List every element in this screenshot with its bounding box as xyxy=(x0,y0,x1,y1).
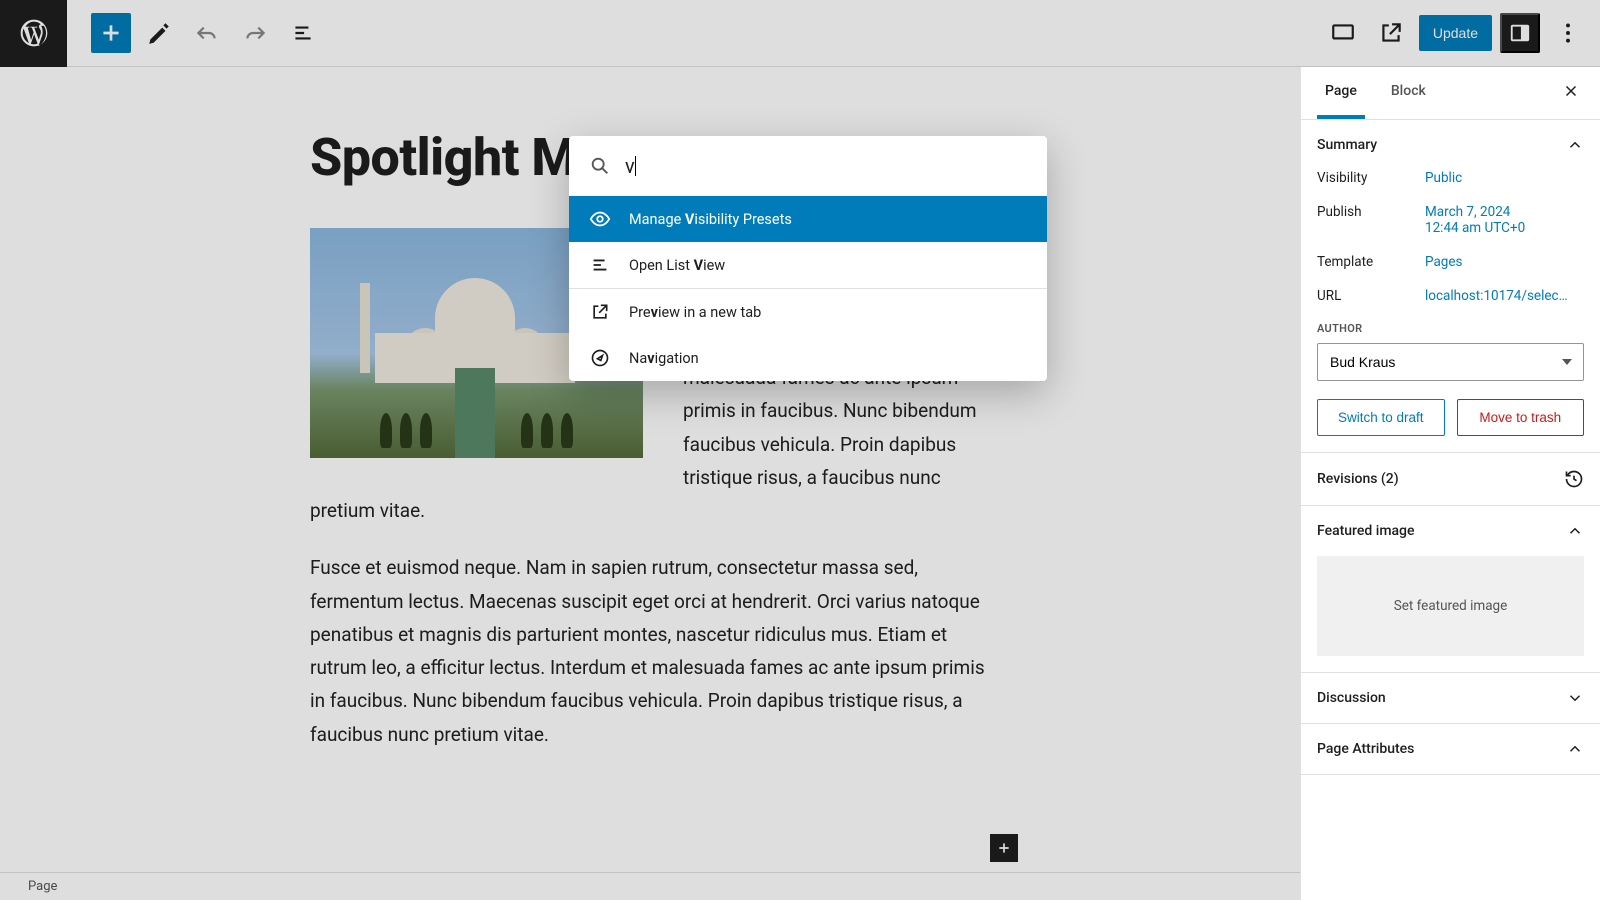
tab-page[interactable]: Page xyxy=(1317,67,1365,119)
breadcrumb[interactable]: Page xyxy=(28,879,57,894)
command-item-list-view[interactable]: Open List View xyxy=(569,242,1047,288)
url-value[interactable]: localhost:10174/selec… xyxy=(1425,288,1584,304)
page-attributes-heading: Page Attributes xyxy=(1317,741,1414,757)
editor-footer: Page xyxy=(0,872,1300,900)
publish-value[interactable]: March 7, 202412:44 am UTC+0 xyxy=(1425,204,1584,236)
command-item-preview-new-tab[interactable]: Preview in a new tab xyxy=(569,289,1047,335)
add-block-button[interactable] xyxy=(91,13,131,53)
tab-block[interactable]: Block xyxy=(1383,67,1434,119)
featured-image-panel-toggle[interactable]: Featured image xyxy=(1301,506,1600,556)
view-button[interactable] xyxy=(1323,13,1363,53)
chevron-up-icon xyxy=(1566,522,1584,540)
revisions-panel-toggle[interactable]: Revisions (2) xyxy=(1301,453,1600,505)
preview-external-button[interactable] xyxy=(1371,13,1411,53)
redo-button[interactable] xyxy=(235,13,275,53)
command-search-input[interactable]: v xyxy=(625,154,636,178)
compass-icon xyxy=(589,347,611,369)
paragraph-block[interactable]: Fusce et euismod neque. Nam in sapien ru… xyxy=(310,551,990,751)
close-sidebar-button[interactable] xyxy=(1558,78,1584,108)
eye-icon xyxy=(589,208,611,230)
update-button[interactable]: Update xyxy=(1419,15,1492,51)
url-label: URL xyxy=(1317,288,1417,304)
editor-toolbar: Update xyxy=(0,0,1600,67)
visibility-label: Visibility xyxy=(1317,170,1417,186)
command-search-row: v xyxy=(569,136,1047,196)
chevron-up-icon xyxy=(1566,740,1584,758)
settings-button[interactable] xyxy=(1500,13,1540,53)
chevron-down-icon xyxy=(1566,689,1584,707)
author-select[interactable]: Bud Kraus xyxy=(1317,343,1584,381)
template-label: Template xyxy=(1317,254,1417,270)
settings-sidebar: Page Block Summary Visibility Public Pub… xyxy=(1300,67,1600,900)
discussion-heading: Discussion xyxy=(1317,690,1386,706)
list-icon xyxy=(589,254,611,276)
summary-heading: Summary xyxy=(1317,137,1377,153)
document-overview-button[interactable] xyxy=(283,13,323,53)
tools-button[interactable] xyxy=(139,13,179,53)
command-palette: v Manage Visibility Presets Open List Vi… xyxy=(569,136,1047,381)
featured-image-heading: Featured image xyxy=(1317,523,1415,539)
external-icon xyxy=(589,301,611,323)
author-label: AUTHOR xyxy=(1317,322,1584,335)
options-button[interactable] xyxy=(1548,13,1588,53)
set-featured-image-button[interactable]: Set featured image xyxy=(1317,556,1584,656)
move-to-trash-button[interactable]: Move to trash xyxy=(1457,399,1585,436)
wordpress-logo[interactable] xyxy=(0,0,67,67)
undo-button[interactable] xyxy=(187,13,227,53)
command-item-navigation[interactable]: Navigation xyxy=(569,335,1047,381)
switch-to-draft-button[interactable]: Switch to draft xyxy=(1317,399,1445,436)
chevron-up-icon xyxy=(1566,136,1584,154)
discussion-panel-toggle[interactable]: Discussion xyxy=(1301,673,1600,723)
template-value[interactable]: Pages xyxy=(1425,254,1584,270)
visibility-value[interactable]: Public xyxy=(1425,170,1584,186)
summary-panel-toggle[interactable]: Summary xyxy=(1301,120,1600,170)
search-icon xyxy=(589,155,611,177)
page-attributes-panel-toggle[interactable]: Page Attributes xyxy=(1301,724,1600,774)
history-icon xyxy=(1564,469,1584,489)
command-item-visibility-presets[interactable]: Manage Visibility Presets xyxy=(569,196,1047,242)
add-block-inline-button[interactable] xyxy=(990,834,1018,862)
revisions-heading: Revisions (2) xyxy=(1317,471,1399,487)
publish-label: Publish xyxy=(1317,204,1417,220)
